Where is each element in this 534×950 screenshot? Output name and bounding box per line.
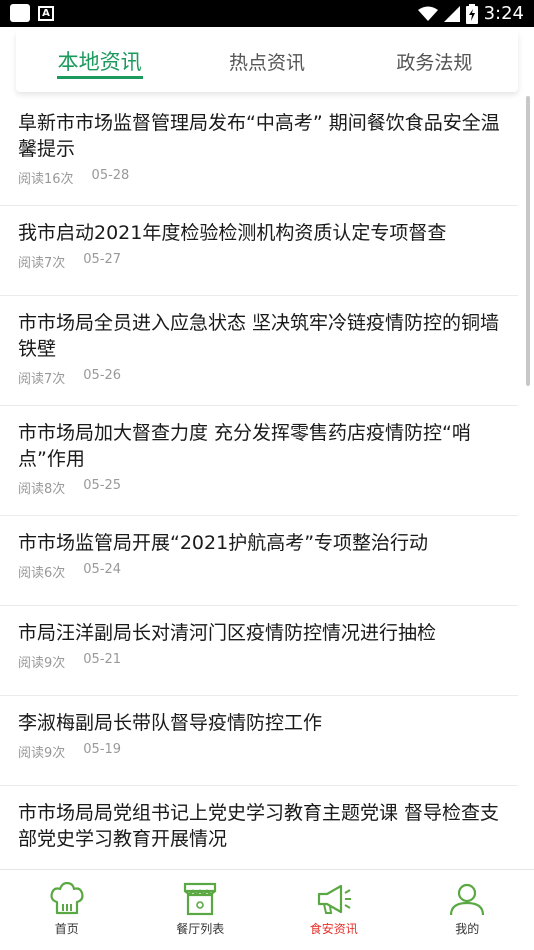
news-title: 李淑梅副局长带队督导疫情防控工作 <box>18 712 323 734</box>
news-item[interactable]: 李淑梅副局长带队督导疫情防控工作 阅读9次 05-19 <box>0 696 518 786</box>
chef-hat-icon <box>50 882 84 915</box>
list-scrollbar[interactable] <box>526 96 530 386</box>
news-item[interactable]: 市局汪洋副局长对清河门区疫情防控情况进行抽检 阅读9次 05-21 <box>0 606 518 696</box>
tab-local-news[interactable]: 本地资讯 <box>16 30 183 92</box>
notification-a-icon: A <box>38 6 54 21</box>
battery-icon <box>465 3 478 24</box>
news-item[interactable]: 市市场局局党组书记上党史学习教育主题党课 督导检查支部党史学习教育开展情况 <box>0 786 518 869</box>
nav-profile[interactable]: 我的 <box>401 870 534 950</box>
nav-label: 餐厅列表 <box>176 922 225 936</box>
news-read-count: 阅读8次 <box>18 482 66 497</box>
news-meta: 阅读9次 05-21 <box>18 652 502 671</box>
user-icon <box>450 883 485 916</box>
news-meta: 阅读9次 05-19 <box>18 742 502 761</box>
news-read-count: 阅读9次 <box>18 656 66 671</box>
nav-label: 食安资讯 <box>309 922 358 936</box>
news-meta: 阅读6次 05-24 <box>18 562 502 581</box>
news-read-count: 阅读7次 <box>18 372 66 387</box>
news-read-count: 阅读9次 <box>18 746 66 761</box>
megaphone-icon <box>317 884 351 914</box>
news-list[interactable]: 阜新市市场监督管理局发布“中高考” 期间餐饮食品安全温馨提示 阅读16次 05-… <box>0 96 534 869</box>
news-date: 05-21 <box>83 652 122 667</box>
status-bar: A 3:24 <box>0 0 534 27</box>
news-date: 05-24 <box>83 562 122 577</box>
status-time: 3:24 <box>483 3 524 24</box>
tab-government-regulations[interactable]: 政务法规 <box>351 30 518 92</box>
news-date: 05-19 <box>83 742 122 757</box>
news-tab-bar: 本地资讯 热点资讯 政务法规 <box>16 30 518 92</box>
news-item[interactable]: 市市场局加大督查力度 充分发挥零售药店疫情防控“哨点”作用 阅读8次 05-25 <box>0 406 518 516</box>
tab-label: 政务法规 <box>396 51 473 74</box>
news-title: 阜新市市场监督管理局发布“中高考” 期间餐饮食品安全温馨提示 <box>18 112 500 160</box>
news-read-count: 阅读6次 <box>18 566 66 581</box>
tab-label: 本地资讯 <box>57 50 142 74</box>
news-title: 市市场局加大督查力度 充分发挥零售药店疫情防控“哨点”作用 <box>18 422 471 470</box>
nav-label: 首页 <box>54 922 79 936</box>
nav-home[interactable]: 首页 <box>0 870 134 950</box>
news-item[interactable]: 市市场监管局开展“2021护航高考”专项整治行动 阅读6次 05-24 <box>0 516 518 606</box>
news-title: 市市场监管局开展“2021护航高考”专项整治行动 <box>18 532 429 554</box>
news-read-count: 阅读16次 <box>18 172 74 187</box>
news-title: 市局汪洋副局长对清河门区疫情防控情况进行抽检 <box>18 622 437 644</box>
news-title: 我市启动2021年度检验检测机构资质认定专项督查 <box>18 222 447 244</box>
tab-active-indicator <box>56 76 143 79</box>
news-date: 05-28 <box>91 168 130 183</box>
wifi-icon <box>417 6 438 21</box>
news-meta: 阅读7次 05-26 <box>18 368 502 387</box>
news-read-count: 阅读7次 <box>18 256 66 271</box>
status-icons: 3:24 <box>417 0 524 27</box>
news-date: 05-25 <box>83 478 122 493</box>
tab-hot-news[interactable]: 热点资讯 <box>183 30 350 92</box>
news-meta: 阅读7次 05-27 <box>18 252 502 271</box>
news-title: 市市场局局党组书记上党史学习教育主题党课 督导检查支部党史学习教育开展情况 <box>18 802 500 850</box>
news-date: 05-26 <box>83 368 122 383</box>
news-title: 市市场局全员进入应急状态 坚决筑牢冷链疫情防控的铜墙铁壁 <box>18 312 500 360</box>
restaurant-icon <box>184 882 217 916</box>
nav-food-safety-news[interactable]: 食安资讯 <box>267 870 401 950</box>
news-item[interactable]: 阜新市市场监督管理局发布“中高考” 期间餐饮食品安全温馨提示 阅读16次 05-… <box>0 96 518 206</box>
news-meta: 阅读16次 05-28 <box>18 168 502 187</box>
nav-restaurants[interactable]: 餐厅列表 <box>134 870 268 950</box>
news-meta: 阅读8次 05-25 <box>18 478 502 497</box>
news-date: 05-27 <box>83 252 122 267</box>
news-item[interactable]: 市市场局全员进入应急状态 坚决筑牢冷链疫情防控的铜墙铁壁 阅读7次 05-26 <box>0 296 518 406</box>
signal-icon <box>443 5 460 22</box>
bottom-navigation: 首页 餐厅列表 食安资讯 我的 <box>0 869 534 950</box>
notification-app-icon <box>10 4 30 22</box>
nav-label: 我的 <box>455 922 480 936</box>
news-item[interactable]: 我市启动2021年度检验检测机构资质认定专项督查 阅读7次 05-27 <box>0 206 518 296</box>
tab-label: 热点资讯 <box>228 51 305 74</box>
